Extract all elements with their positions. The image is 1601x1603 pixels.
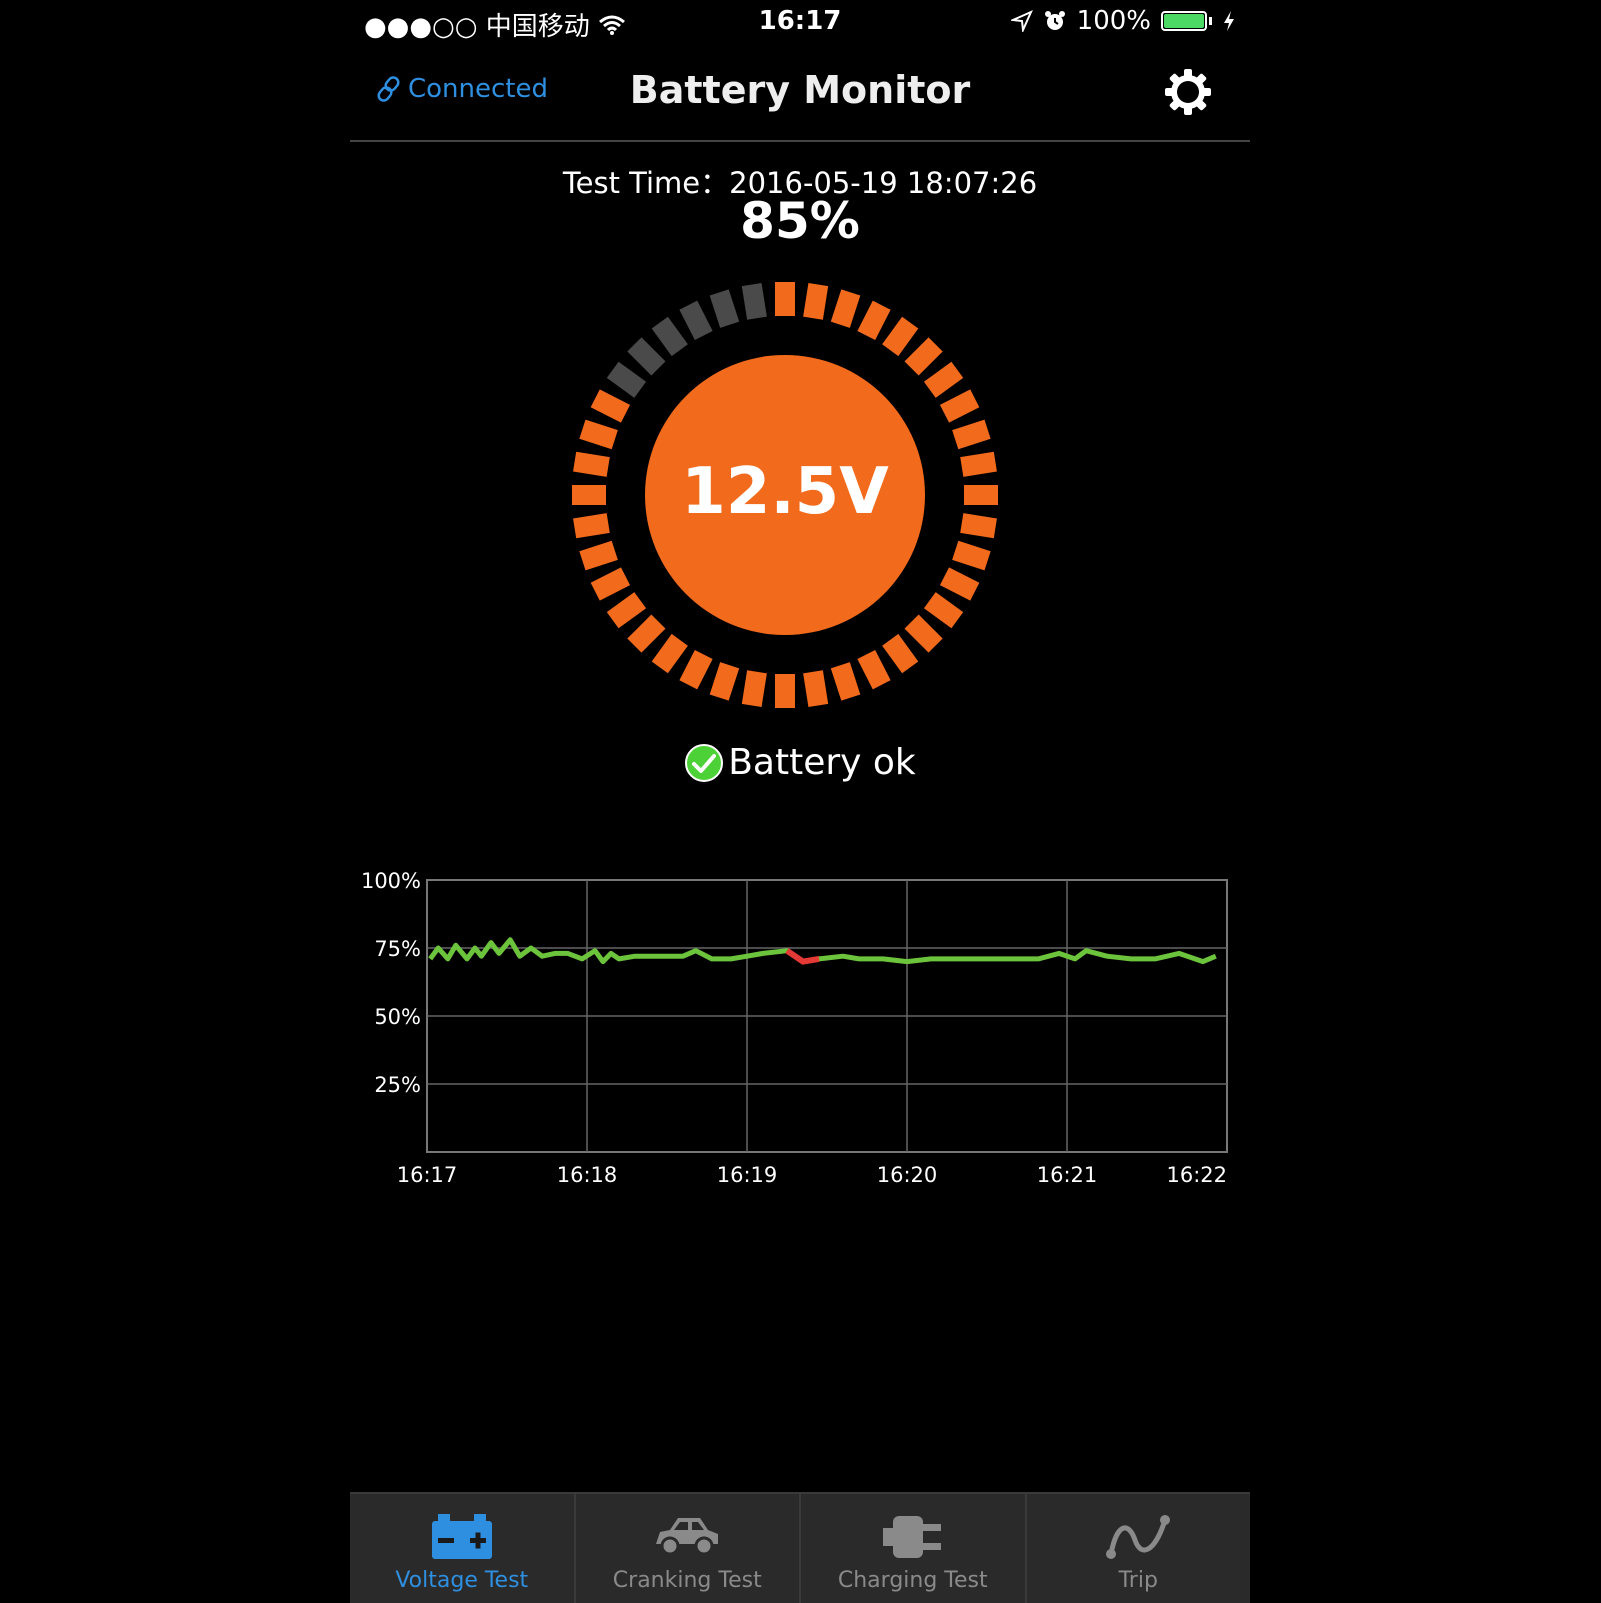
charging-bolt-icon: [1224, 11, 1234, 31]
check-circle-icon: [685, 743, 724, 782]
x-tick-label: 16:22: [1166, 1163, 1227, 1187]
battery-status-label: Battery ok: [728, 742, 916, 783]
tab-cranking-test[interactable]: Cranking Test: [576, 1494, 801, 1603]
y-tick-label: 50%: [374, 1005, 421, 1029]
gauge-tick-filled: [882, 633, 919, 674]
tab-label: Voltage Test: [395, 1568, 529, 1593]
battery-icon: [431, 1514, 492, 1559]
x-tick-label: 16:20: [877, 1163, 938, 1187]
phone-battery-icon: [1161, 11, 1207, 31]
y-tick-label: 100%: [361, 869, 421, 893]
status-bar: ●●●○○ 中国移动 16:17 100%: [350, 0, 1250, 46]
gear-icon[interactable]: [1162, 66, 1214, 118]
gauge-tick-filled: [651, 633, 688, 674]
gauge-tick-filled: [939, 389, 980, 423]
page-title: Battery Monitor: [629, 68, 971, 112]
battery-status: Battery ok: [350, 742, 1250, 783]
chart-grid: [426, 879, 1228, 1153]
gauge-tick-filled: [709, 662, 740, 701]
gauge-tick-empty: [709, 289, 740, 328]
gauge-tick-filled: [775, 674, 795, 708]
gauge-tick-filled: [904, 614, 943, 653]
alarm-icon: [1044, 11, 1065, 30]
tab-charging-test[interactable]: Charging Test: [801, 1494, 1027, 1603]
route-icon: [1106, 1515, 1171, 1559]
gauge-tick-empty: [651, 316, 688, 357]
nav-bar: Connected Battery Monitor: [350, 50, 1250, 142]
battery-percent: 100%: [1076, 6, 1151, 36]
x-tick-label: 16:19: [717, 1163, 778, 1187]
status-right: 100%: [1010, 6, 1236, 36]
x-tick-label: 16:17: [397, 1163, 458, 1187]
gauge-tick-filled: [573, 451, 610, 477]
gauge-tick-filled: [952, 540, 991, 571]
tab-voltage-test[interactable]: Voltage Test: [350, 1494, 576, 1603]
chart-x-tick-labels: 16:17 16:18 16:19 16:20 16:21 16:22: [397, 1163, 1227, 1187]
app-screen: ●●●○○ 中国移动 16:17 100% Connected Battery …: [350, 0, 1250, 1603]
gauge-tick-filled: [803, 283, 829, 320]
y-tick-label: 75%: [374, 937, 421, 961]
gauge-tick-filled: [741, 670, 767, 707]
tab-label: Trip: [1118, 1568, 1158, 1593]
gauge-tick-empty: [627, 337, 666, 376]
gauge-tick-filled: [573, 513, 610, 539]
gauge-tick-empty: [741, 283, 767, 320]
gauge-tick-filled: [857, 300, 891, 341]
voltage-gauge: 12.5V: [572, 282, 998, 708]
tab-label: Cranking Test: [612, 1568, 762, 1593]
gauge-tick-filled: [627, 614, 666, 653]
x-tick-label: 16:21: [1037, 1163, 1098, 1187]
gauge-tick-filled: [579, 540, 618, 571]
y-tick-label: 25%: [374, 1073, 421, 1097]
gauge-tick-filled: [590, 567, 631, 601]
chart-series: [428, 937, 1217, 965]
gauge-tick-filled: [952, 419, 991, 450]
tab-trip[interactable]: Trip: [1027, 1494, 1251, 1603]
gauge-tick-filled: [830, 289, 861, 328]
gauge-tick-filled: [572, 485, 606, 505]
gauge-tick-filled: [606, 592, 647, 629]
gauge-tick-filled: [803, 670, 829, 707]
gauge-tick-filled: [923, 592, 964, 629]
gauge-tick-filled: [964, 485, 998, 505]
gauge-tick-empty: [606, 361, 647, 398]
gauge-tick-empty: [679, 300, 713, 341]
tab-label: Charging Test: [837, 1568, 988, 1593]
gauge-tick-filled: [939, 567, 980, 601]
gauge-tick-filled: [590, 389, 631, 423]
location-arrow-icon: [1010, 10, 1033, 32]
gauge-tick-filled: [579, 419, 618, 450]
voltage-history-chart: 100%75%50%25% 16:17 16:18 16:19 16:20 16:21 1…: [361, 869, 1228, 1187]
car-icon: [656, 1518, 719, 1556]
voltage-line-warning-segment: [785, 948, 820, 965]
charge-percent: 85%: [740, 192, 860, 250]
gauge-tick-filled: [960, 513, 997, 539]
gauge-tick-filled: [923, 361, 964, 398]
gauge-tick-filled: [775, 282, 795, 316]
gauge-tick-filled: [679, 649, 713, 690]
x-tick-label: 16:18: [557, 1163, 618, 1187]
chart-y-tick-labels: 100% 75% 50% 25%: [361, 869, 421, 1097]
voltage-value: 12.5V: [681, 455, 889, 529]
gauge-tick-filled: [960, 451, 997, 477]
plug-icon: [882, 1516, 941, 1558]
gauge-tick-filled: [857, 649, 891, 690]
gauge-tick-filled: [882, 316, 919, 357]
gauge-tick-filled: [904, 337, 943, 376]
voltage-line: [428, 937, 1217, 965]
gauge-tick-filled: [830, 662, 861, 701]
tab-bar: Voltage Test Cranking Test Charging Test: [350, 1492, 1250, 1603]
